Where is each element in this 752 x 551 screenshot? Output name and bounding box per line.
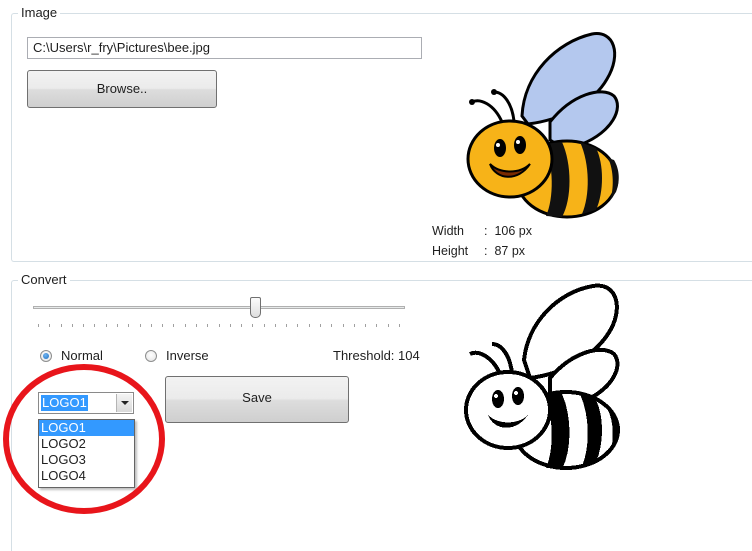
slider-tick	[71, 324, 73, 327]
slider-tick	[297, 324, 299, 327]
slider-tick	[229, 324, 231, 327]
radio-inverse-label: Inverse	[166, 348, 209, 363]
slider-tick	[139, 324, 141, 327]
slider-tick	[308, 324, 310, 327]
height-label: Height	[432, 244, 469, 258]
slider-tick	[353, 324, 355, 327]
convert-group-title: Convert	[18, 272, 70, 287]
height-colon: :	[484, 244, 488, 258]
slider-thumb[interactable]	[250, 297, 261, 318]
width-value: 106 px	[494, 224, 532, 238]
image-path-field[interactable]: C:\Users\r_fry\Pictures\bee.jpg	[27, 37, 422, 59]
slider-ticks	[38, 324, 400, 327]
slider-track	[33, 306, 405, 309]
slider-tick	[218, 324, 220, 327]
annotation-circle	[3, 364, 165, 514]
slider-tick	[195, 324, 197, 327]
browse-button[interactable]: Browse..	[27, 70, 217, 108]
slider-tick	[263, 324, 265, 327]
width-info: Width: 106 px	[432, 224, 532, 238]
slider-tick	[83, 324, 85, 327]
slider-tick	[162, 324, 164, 327]
slider-tick	[365, 324, 367, 327]
slider-tick	[60, 324, 62, 327]
slider-tick	[274, 324, 276, 327]
slider-tick	[173, 324, 175, 327]
save-button[interactable]: Save	[165, 376, 349, 423]
height-info: Height: 87 px	[432, 244, 525, 258]
threshold-slider[interactable]	[33, 296, 405, 332]
image-group-title: Image	[18, 5, 61, 20]
slider-tick	[116, 324, 118, 327]
width-label: Width	[432, 224, 464, 238]
slider-tick	[184, 324, 186, 327]
width-colon: :	[484, 224, 488, 238]
bee-monochrome-image	[464, 283, 620, 470]
slider-tick	[286, 324, 288, 327]
slider-tick	[320, 324, 322, 327]
slider-tick	[94, 324, 96, 327]
slider-tick	[331, 324, 333, 327]
slider-tick	[150, 324, 152, 327]
bee-color-image	[466, 32, 619, 219]
slider-tick	[128, 324, 130, 327]
slider-tick	[207, 324, 209, 327]
slider-tick	[342, 324, 344, 327]
threshold-label: Threshold: 104	[333, 348, 420, 363]
slider-tick	[241, 324, 243, 327]
slider-tick	[252, 324, 254, 327]
height-value: 87 px	[494, 244, 526, 258]
slider-tick	[399, 324, 400, 327]
slider-tick	[38, 324, 39, 327]
slider-tick	[49, 324, 51, 327]
slider-tick	[376, 324, 378, 327]
slider-tick	[105, 324, 107, 327]
slider-tick	[387, 324, 389, 327]
